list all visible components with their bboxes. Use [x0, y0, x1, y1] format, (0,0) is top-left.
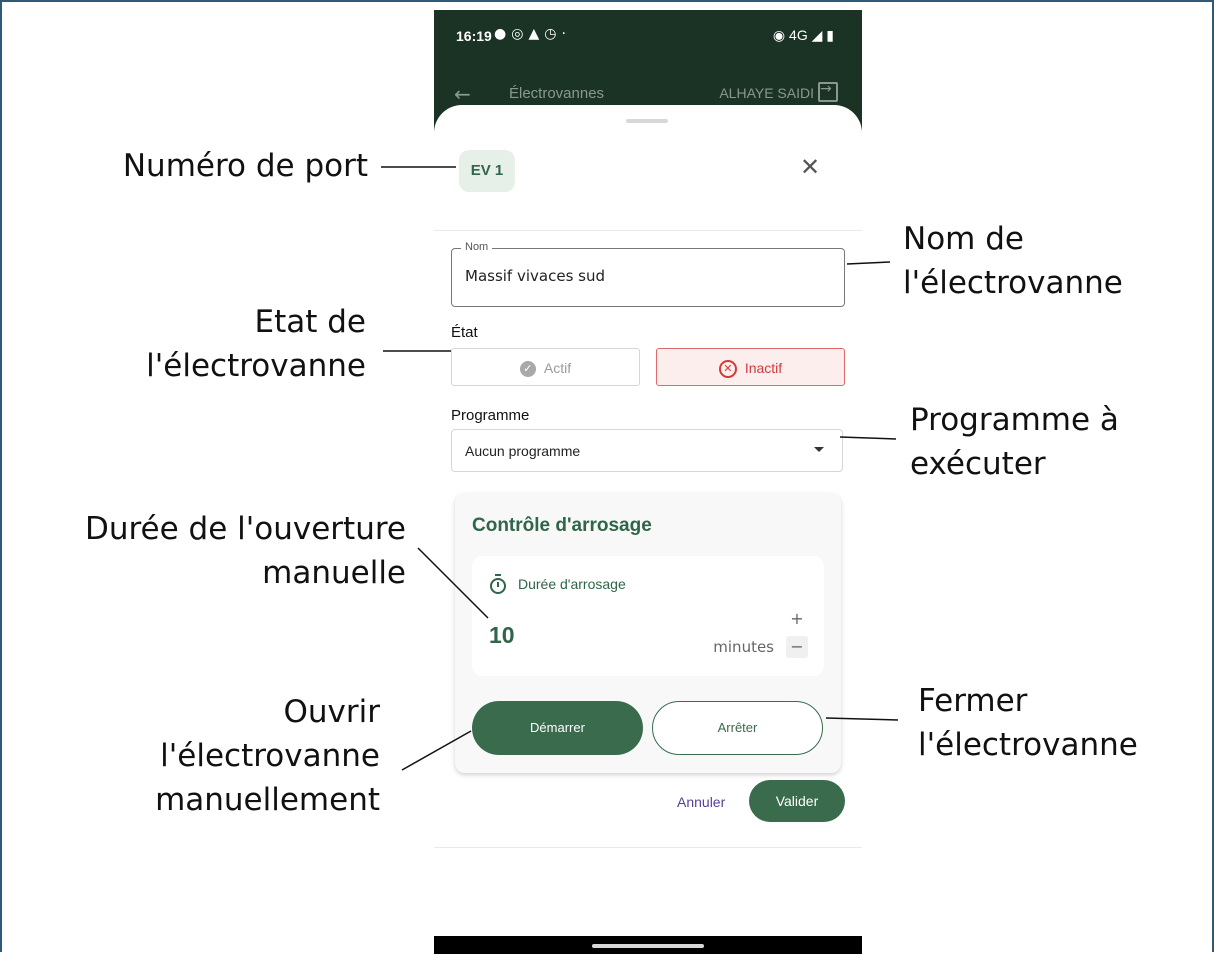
callout-program: Programme à exécuter: [910, 398, 1119, 486]
callout-port-number: Numéro de port: [60, 144, 368, 188]
callout-open-manual-line1: Ouvrir: [283, 694, 381, 730]
line-valve-name: [846, 261, 891, 265]
callout-program-line2: exécuter: [910, 446, 1046, 482]
callout-open-manual-line3: manuellement: [155, 782, 380, 818]
callout-manual-duration: Durée de l'ouverture manuelle: [40, 507, 406, 595]
line-manual-duration: [417, 547, 489, 619]
callout-valve-name-line2: l'électrovanne: [903, 265, 1123, 301]
callout-valve-name: Nom de l'électrovanne: [903, 217, 1123, 305]
callout-valve-name-line1: Nom de: [903, 221, 1024, 257]
callout-open-manual: Ouvrir l'électrovanne manuellement: [110, 690, 380, 822]
callout-program-line1: Programme à: [910, 402, 1119, 438]
line-open-manual: [401, 730, 472, 771]
callout-close-valve-line2: l'électrovanne: [918, 727, 1138, 763]
line-close-valve: [825, 717, 899, 721]
callout-manual-duration-line1: Durée de l'ouverture: [84, 511, 406, 547]
callout-valve-state-line2: l'électrovanne: [146, 348, 366, 384]
callout-close-valve-line1: Fermer: [918, 683, 1028, 719]
callout-port-number-text: Numéro de port: [122, 148, 368, 184]
line-program: [839, 436, 897, 440]
callout-open-manual-line2: l'électrovanne: [160, 738, 380, 774]
callout-valve-state: Etat de l'électrovanne: [100, 300, 366, 388]
callout-valve-state-line1: Etat de: [254, 304, 367, 340]
callout-manual-duration-line2: manuelle: [262, 555, 406, 591]
callout-close-valve: Fermer l'électrovanne: [918, 679, 1138, 767]
